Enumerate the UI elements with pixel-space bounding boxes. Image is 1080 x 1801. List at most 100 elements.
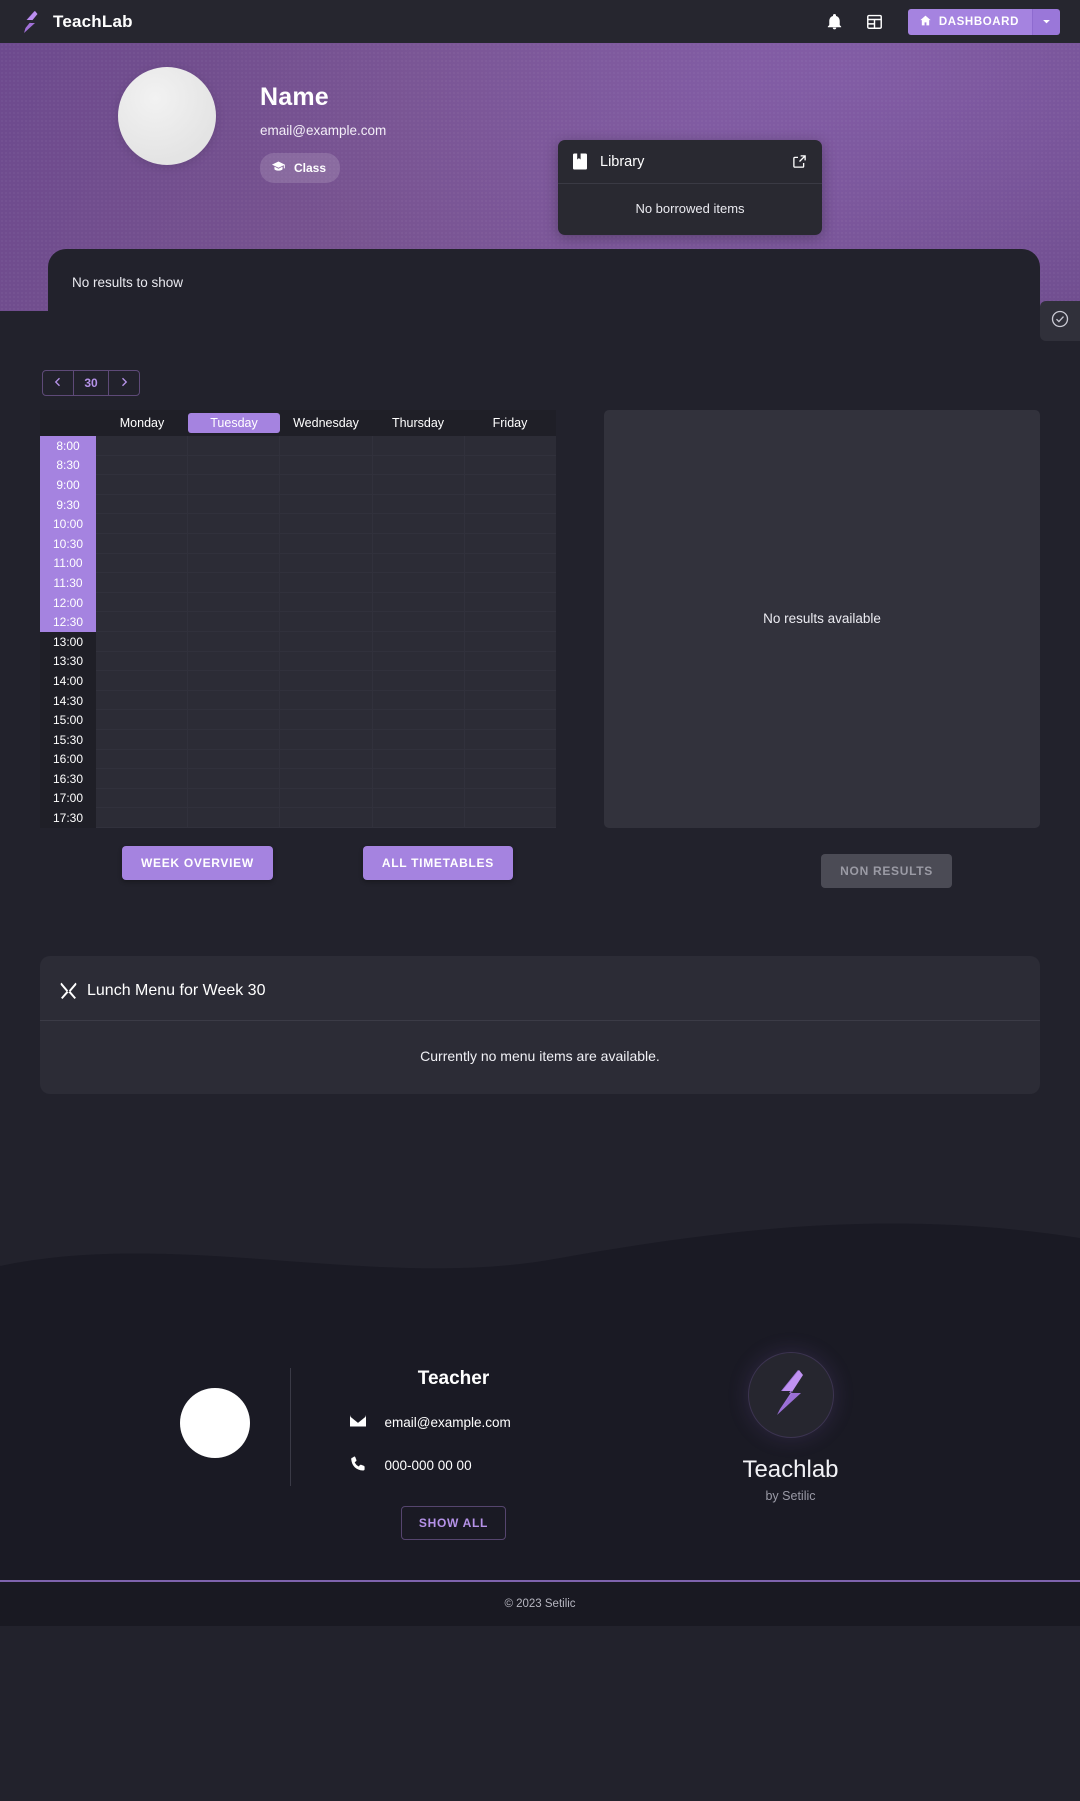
timetable-cell[interactable] (96, 534, 188, 554)
timetable-cell[interactable] (188, 593, 280, 613)
footer-email[interactable]: email@example.com (385, 1415, 511, 1430)
timetable-cell[interactable] (464, 710, 557, 730)
timetable-cell[interactable] (280, 495, 372, 515)
timetable-day-tab[interactable]: Monday (96, 413, 188, 433)
timetable-cell[interactable] (464, 534, 557, 554)
timetable-cell[interactable] (464, 750, 557, 770)
timetable-cell[interactable] (464, 671, 557, 691)
timetable-cell[interactable] (280, 436, 372, 456)
dashboard-dropdown-toggle[interactable] (1032, 8, 1060, 35)
timetable-cell[interactable] (188, 495, 280, 515)
timetable-cell[interactable] (280, 750, 372, 770)
timetable-cell[interactable] (96, 554, 188, 574)
timetable-cell[interactable] (96, 730, 188, 750)
timetable-time-slot[interactable]: 15:30 (40, 729, 96, 750)
timetable-cell[interactable] (188, 573, 280, 593)
timetable-cell[interactable] (464, 612, 557, 632)
timetable-cell[interactable] (464, 554, 557, 574)
week-number[interactable]: 30 (73, 371, 109, 395)
timetable-cell[interactable] (372, 436, 464, 456)
timetable-time-slot[interactable]: 14:00 (40, 671, 96, 691)
timetable-time-slot[interactable]: 12:00 (40, 592, 96, 613)
timetable-cell[interactable] (280, 730, 372, 750)
timetable-day-tab[interactable]: Wednesday (280, 413, 372, 433)
timetable-cell[interactable] (372, 769, 464, 789)
timetable-cell[interactable] (280, 789, 372, 809)
timetable-day-tab[interactable]: Tuesday (188, 413, 280, 433)
timetable-time-slot[interactable]: 9:00 (40, 475, 96, 495)
timetable-cell[interactable] (96, 789, 188, 809)
timetable-cell[interactable] (372, 730, 464, 750)
timetable-cell[interactable] (464, 730, 557, 750)
non-results-button[interactable]: NON RESULTS (821, 853, 952, 888)
timetable-time-slot[interactable]: 11:30 (40, 573, 96, 593)
timetable-time-slot[interactable]: 8:00 (40, 436, 96, 456)
class-badge[interactable]: Class (260, 153, 341, 183)
external-link-icon[interactable] (792, 154, 807, 169)
timetable-cell[interactable] (96, 573, 188, 593)
timetable-time-slot[interactable]: 12:30 (40, 612, 96, 632)
timetable-cell[interactable] (280, 632, 372, 652)
timetable-cell[interactable] (372, 710, 464, 730)
timetable-cell[interactable] (96, 475, 188, 495)
timetable-cell[interactable] (188, 554, 280, 574)
timetable-cell[interactable] (188, 652, 280, 672)
timetable-cell[interactable] (280, 652, 372, 672)
timetable-cell[interactable] (372, 789, 464, 809)
bell-icon[interactable] (824, 11, 846, 33)
timetable-cell[interactable] (464, 808, 557, 828)
timetable-cell[interactable] (188, 456, 280, 476)
footer-phone[interactable]: 000-000 00 00 (385, 1458, 472, 1473)
previous-week-button[interactable] (43, 371, 73, 395)
timetable-cell[interactable] (188, 789, 280, 809)
show-all-button[interactable]: SHOW ALL (400, 1505, 507, 1540)
timetable-cell[interactable] (372, 612, 464, 632)
timetable-cell[interactable] (372, 691, 464, 711)
timetable-cell[interactable] (464, 514, 557, 534)
timetable-cell[interactable] (464, 495, 557, 515)
timetable-cell[interactable] (372, 632, 464, 652)
timetable-time-slot[interactable]: 11:00 (40, 553, 96, 574)
timetable-cell[interactable] (188, 534, 280, 554)
check-circle-tab[interactable] (1040, 301, 1080, 341)
timetable-cell[interactable] (188, 750, 280, 770)
timetable-cell[interactable] (464, 475, 557, 495)
timetable-time-slot[interactable]: 15:00 (40, 710, 96, 730)
timetable-cell[interactable] (280, 475, 372, 495)
timetable-cell[interactable] (372, 514, 464, 534)
timetable-time-slot[interactable]: 10:30 (40, 533, 96, 554)
timetable-cell[interactable] (96, 750, 188, 770)
timetable-time-slot[interactable]: 13:00 (40, 631, 96, 652)
timetable-cell[interactable] (96, 652, 188, 672)
timetable-cell[interactable] (96, 710, 188, 730)
timetable-time-slot[interactable]: 8:30 (40, 455, 96, 476)
timetable-cell[interactable] (188, 612, 280, 632)
timetable-cell[interactable] (188, 808, 280, 828)
week-overview-button[interactable]: WEEK OVERVIEW (122, 845, 273, 880)
timetable-time-slot[interactable]: 9:30 (40, 494, 96, 515)
timetable-cell[interactable] (280, 593, 372, 613)
timetable-cell[interactable] (464, 789, 557, 809)
timetable-cell[interactable] (96, 671, 188, 691)
timetable-time-slot[interactable]: 16:30 (40, 769, 96, 789)
timetable-cell[interactable] (96, 593, 188, 613)
timetable-time-slot[interactable]: 14:30 (40, 690, 96, 711)
timetable-time-slot[interactable]: 17:30 (40, 808, 96, 828)
timetable-cell[interactable] (280, 573, 372, 593)
timetable-cell[interactable] (96, 514, 188, 534)
timetable-cell[interactable] (280, 671, 372, 691)
timetable-cell[interactable] (464, 456, 557, 476)
timetable-cell[interactable] (188, 691, 280, 711)
timetable-time-slot[interactable]: 17:00 (40, 788, 96, 809)
timetable-cell[interactable] (464, 436, 557, 456)
dashboard-button[interactable]: DASHBOARD (907, 8, 1032, 35)
timetable-cell[interactable] (464, 593, 557, 613)
timetable-cell[interactable] (280, 612, 372, 632)
timetable-cell[interactable] (280, 769, 372, 789)
timetable-time-slot[interactable]: 16:00 (40, 749, 96, 770)
timetable-cell[interactable] (464, 769, 557, 789)
timetable-cell[interactable] (96, 456, 188, 476)
timetable-cell[interactable] (96, 808, 188, 828)
timetable-cell[interactable] (188, 436, 280, 456)
timetable-cell[interactable] (188, 514, 280, 534)
